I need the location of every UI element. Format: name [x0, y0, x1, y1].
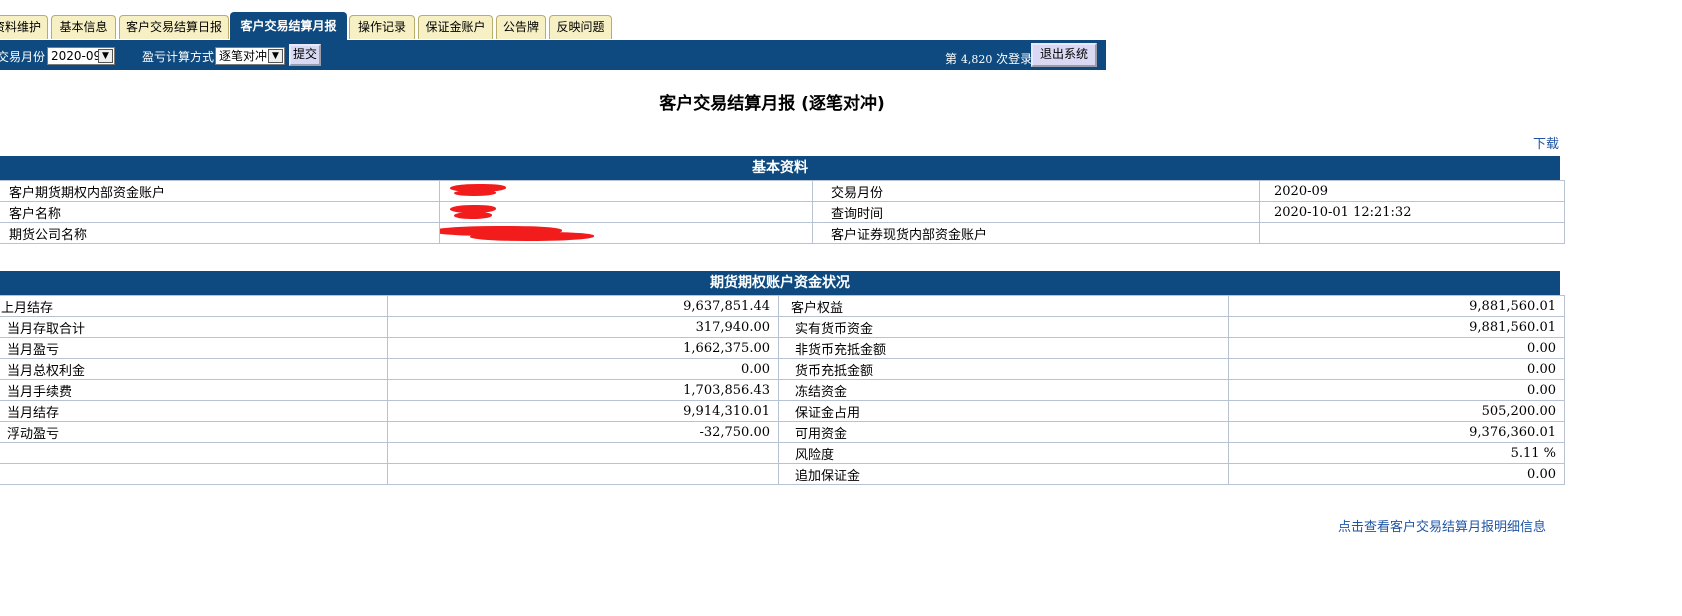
month-label: 交易月份: [0, 50, 46, 64]
fund-label-right: 风险度: [778, 442, 1229, 464]
fund-value-right: 0.00: [1228, 358, 1565, 380]
query-time-value: 2020-10-01 12:21:32: [1259, 201, 1565, 223]
fund-value-left: 317,940.00: [387, 316, 779, 338]
table-row: 客户期货期权内部资金账户 交易月份 2020-09: [0, 180, 1565, 202]
logout-button[interactable]: 退出系统: [1031, 43, 1097, 67]
login-prefix: 第: [945, 52, 958, 66]
fund-label-right: 可用资金: [778, 421, 1229, 443]
table-row: 当月总权利金 0.00 货币充抵金额 0.00: [0, 358, 1565, 380]
fund-label-left: 上月结存: [0, 295, 388, 317]
download-link[interactable]: 下载: [1533, 133, 1559, 152]
table-row: 追加保证金 0.00: [0, 463, 1565, 485]
submit-button[interactable]: 提交: [289, 44, 321, 66]
login-count: 4,820: [960, 53, 993, 66]
calc-method-select[interactable]: 逐笔对冲 ▼: [215, 47, 285, 65]
tab-monthly-report[interactable]: 客户交易结算月报: [230, 12, 347, 40]
tab-basic-info[interactable]: 基本信息: [51, 15, 116, 39]
fund-value-left: 9,637,851.44: [387, 295, 779, 317]
table-row: 风险度 5.11 %: [0, 442, 1565, 464]
fund-status-header: 期货期权账户资金状况: [0, 271, 1560, 295]
fund-status-table: 上月结存 9,637,851.44 客户权益 9,881,560.01 当月存取合计 31…: [0, 295, 1565, 485]
fund-label-right: 冻结资金: [778, 379, 1229, 401]
label-futures-company: 期货公司名称: [0, 222, 440, 244]
tab-data-maintenance[interactable]: 资料维护: [0, 15, 48, 39]
fund-value-left: 1,703,856.43: [387, 379, 779, 401]
fund-value-left: -32,750.00: [387, 421, 779, 443]
table-row: 上月结存 9,637,851.44 客户权益 9,881,560.01: [0, 295, 1565, 317]
toolbar: 交易月份 2020-09 ▼ 盈亏计算方式 逐笔对冲 ▼ 提交 第 4,820 …: [0, 40, 1106, 70]
fund-label-left: 浮动盈亏: [0, 421, 388, 443]
table-row: 期货公司名称 客户证券现货内部资金账户: [0, 222, 1565, 244]
redacted-customer-name: [439, 201, 813, 223]
label-query-time: 查询时间: [812, 201, 1260, 223]
fund-label-right: 非货币充抵金额: [778, 337, 1229, 359]
fund-value-right: 9,881,560.01: [1228, 295, 1565, 317]
login-count-text: 第 4,820 次登录: [945, 50, 1032, 67]
fund-label-left: 当月盈亏: [0, 337, 388, 359]
tab-operation-log[interactable]: 操作记录: [349, 15, 415, 39]
redaction-mark: [454, 212, 492, 219]
fund-value-left: 9,914,310.01: [387, 400, 779, 422]
fund-label-left: 当月总权利金: [0, 358, 388, 380]
redaction-mark: [470, 232, 594, 241]
basic-info-table: 客户期货期权内部资金账户 交易月份 2020-09 客户名称 查询时间 2020…: [0, 180, 1565, 244]
fund-value-left: [387, 442, 779, 464]
table-row: 客户名称 查询时间 2020-10-01 12:21:32: [0, 201, 1565, 223]
table-row: 浮动盈亏 -32,750.00 可用资金 9,376,360.01: [0, 421, 1565, 443]
trade-month-value: 2020-09: [1259, 180, 1565, 202]
fund-label-left: [0, 442, 388, 464]
tab-margin-account[interactable]: 保证金账户: [418, 15, 493, 39]
login-suffix: 次登录: [996, 52, 1033, 66]
fund-value-right: 0.00: [1228, 379, 1565, 401]
month-select[interactable]: 2020-09 ▼: [47, 47, 115, 65]
fund-label-left: [0, 463, 388, 485]
view-monthly-detail-link[interactable]: 点击查看客户交易结算月报明细信息: [1338, 516, 1546, 535]
chevron-down-icon: ▼: [268, 49, 283, 63]
calc-method-label: 盈亏计算方式: [142, 50, 215, 64]
fund-value-right: 0.00: [1228, 463, 1565, 485]
securities-account-value: [1259, 222, 1565, 244]
table-row: 当月结存 9,914,310.01 保证金占用 505,200.00: [0, 400, 1565, 422]
fund-label-right: 追加保证金: [778, 463, 1229, 485]
label-futures-account: 客户期货期权内部资金账户: [0, 180, 440, 202]
fund-value-right: 505,200.00: [1228, 400, 1565, 422]
label-customer-name: 客户名称: [0, 201, 440, 223]
tab-feedback[interactable]: 反映问题: [549, 15, 612, 39]
redacted-futures-account: [439, 180, 813, 202]
calc-method-value: 逐笔对冲: [219, 49, 268, 63]
table-row: 当月存取合计 317,940.00 实有货币资金 9,881,560.01: [0, 316, 1565, 338]
table-row: 当月手续费 1,703,856.43 冻结资金 0.00: [0, 379, 1565, 401]
fund-value-right: 9,376,360.01: [1228, 421, 1565, 443]
fund-value-left: 0.00: [387, 358, 779, 380]
fund-value-right: 5.11 %: [1228, 442, 1565, 464]
fund-label-right: 保证金占用: [778, 400, 1229, 422]
fund-value-left: 1,662,375.00: [387, 337, 779, 359]
basic-info-header: 基本资料: [0, 156, 1560, 180]
tab-daily-report[interactable]: 客户交易结算日报: [119, 15, 229, 39]
month-select-value: 2020-09: [51, 49, 102, 63]
table-row: 当月盈亏 1,662,375.00 非货币充抵金额 0.00: [0, 337, 1565, 359]
fund-value-left: [387, 463, 779, 485]
fund-label-right: 实有货币资金: [778, 316, 1229, 338]
page-title: 客户交易结算月报 (逐笔对冲): [659, 94, 885, 114]
tab-bulletin[interactable]: 公告牌: [496, 15, 546, 39]
redaction-mark: [454, 190, 496, 196]
redacted-futures-company: [439, 222, 813, 244]
fund-label-right: 货币充抵金额: [778, 358, 1229, 380]
fund-label-left: 当月手续费: [0, 379, 388, 401]
label-securities-account: 客户证券现货内部资金账户: [812, 222, 1260, 244]
fund-label-right: 客户权益: [778, 295, 1229, 317]
fund-value-right: 9,881,560.01: [1228, 316, 1565, 338]
fund-value-right: 0.00: [1228, 337, 1565, 359]
label-trade-month: 交易月份: [812, 180, 1260, 202]
chevron-down-icon: ▼: [98, 49, 113, 63]
fund-label-left: 当月结存: [0, 400, 388, 422]
fund-label-left: 当月存取合计: [0, 316, 388, 338]
